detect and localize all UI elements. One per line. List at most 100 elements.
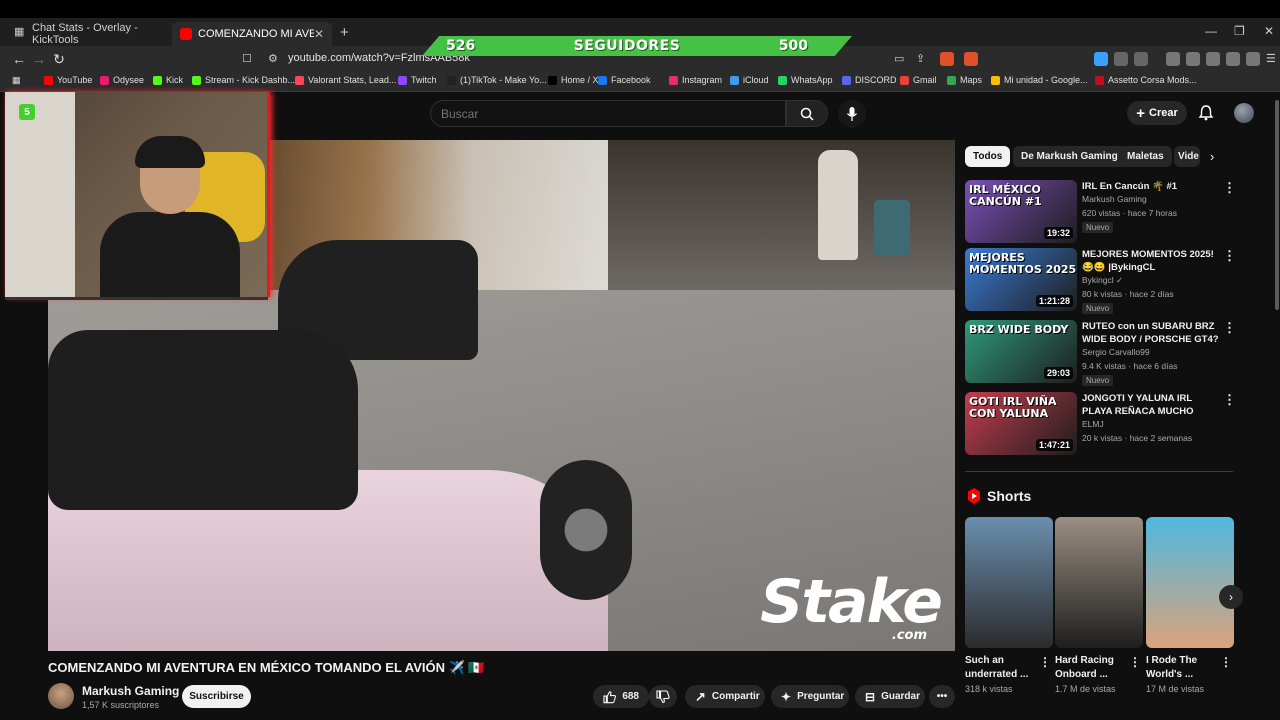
search-input[interactable]: [431, 101, 785, 127]
recommended-video[interactable]: GOTI IRL VIÑA CON YALUNA 1:47:21 JONGOTI Y…: [965, 392, 1240, 456]
recommended-video-channel[interactable]: Sergio Carvallo99: [1082, 347, 1150, 357]
channel-avatar[interactable]: [48, 683, 74, 709]
chip-videos[interactable]: Vide: [1174, 146, 1200, 167]
sidebar-icon[interactable]: [1134, 52, 1148, 66]
video-thumbnail[interactable]: BRZ WIDE BODY 29:03: [965, 320, 1077, 383]
recommended-video[interactable]: IRL MÉXICO CANCÚN #1 19:32 IRL En Cancún 🌴…: [965, 180, 1240, 244]
notifications-bell-icon[interactable]: [1197, 104, 1215, 122]
short-title[interactable]: Such an underrated ...: [965, 654, 1037, 682]
more-vertical-icon[interactable]: ⋮: [1129, 655, 1141, 669]
new-tab-icon[interactable]: +: [340, 24, 349, 41]
bookmark-favicon-icon: [598, 75, 607, 85]
recommended-video-title[interactable]: RUTEO con un SUBARU BRZ WIDE BODY / PORS…: [1082, 320, 1222, 347]
page-scrollbar[interactable]: [1275, 100, 1279, 310]
short-item[interactable]: Such an underrated ... 318 k vistas ⋮: [965, 517, 1053, 694]
recommended-video-channel[interactable]: ELMJ: [1082, 419, 1104, 429]
bookmark-item[interactable]: Maps: [947, 75, 982, 85]
short-thumbnail[interactable]: [965, 517, 1053, 648]
create-button[interactable]: + Crear: [1127, 101, 1187, 125]
split-view-icon[interactable]: [1186, 52, 1200, 66]
chip-todos[interactable]: Todos: [965, 146, 1011, 167]
recommended-video[interactable]: BRZ WIDE BODY 29:03 RUTEO con un SUBARU BR…: [965, 320, 1240, 386]
bookmark-icon[interactable]: ☐: [242, 52, 252, 65]
recommended-video[interactable]: MEJORES MOMENTOS 2025 1:21:28 MEJORES MOME…: [965, 248, 1240, 314]
rewards-icon[interactable]: [964, 52, 978, 66]
more-vertical-icon[interactable]: ⋮: [1223, 180, 1236, 196]
dislike-button[interactable]: [649, 685, 677, 708]
chips-next-chevron-icon[interactable]: ›: [1210, 149, 1214, 164]
vpn-icon[interactable]: [1246, 52, 1260, 66]
save-button[interactable]: ⊟ Guardar: [855, 685, 925, 708]
recommended-video-channel[interactable]: Markush Gaming: [1082, 194, 1147, 204]
search-button[interactable]: [786, 100, 828, 127]
bookmark-item[interactable]: (1)TikTok - Make Yo...: [447, 75, 547, 85]
tab-chat-stats[interactable]: Chat Stats - Overlay - KickTools: [24, 22, 184, 46]
more-vertical-icon[interactable]: ⋮: [1223, 392, 1236, 408]
bookmark-label: Stream - Kick Dashb...: [205, 75, 296, 85]
bookmark-item[interactable]: Stream - Kick Dashb...: [192, 75, 295, 85]
short-title[interactable]: I Rode The World's ...: [1146, 654, 1218, 682]
puzzle-icon[interactable]: [1114, 52, 1128, 66]
bookmark-item[interactable]: Twitch: [398, 75, 437, 85]
like-button[interactable]: 688: [593, 685, 649, 708]
more-vertical-icon[interactable]: ⋮: [1220, 655, 1232, 669]
tab-youtube-video[interactable]: COMENZANDO MI AVENTURA EN MÉXICO ✕: [172, 22, 332, 46]
video-thumbnail[interactable]: MEJORES MOMENTOS 2025 1:21:28: [965, 248, 1077, 311]
maximize-icon[interactable]: ❐: [1234, 24, 1245, 38]
bookmark-item[interactable]: Valorant Stats, Lead...: [295, 75, 396, 85]
channel-name[interactable]: Markush Gaming: [82, 684, 179, 698]
bookmark-item[interactable]: Gmail: [900, 75, 937, 85]
chip-de-markush-gaming[interactable]: De Markush Gaming: [1013, 146, 1126, 167]
bookmark-item[interactable]: WhatsApp: [778, 75, 833, 85]
video-thumbnail[interactable]: IRL MÉXICO CANCÚN #1 19:32: [965, 180, 1077, 243]
shorts-next-button[interactable]: ›: [1219, 585, 1243, 609]
short-item[interactable]: Hard Racing Onboard ... 1.7 M de vistas ⋮: [1055, 517, 1143, 694]
leo-ai-icon[interactable]: [1226, 52, 1240, 66]
more-actions-button[interactable]: •••: [929, 685, 955, 708]
forward-icon[interactable]: →: [30, 50, 48, 68]
bookmark-item[interactable]: Kick: [153, 75, 183, 85]
bookmark-item[interactable]: DISCORD: [842, 75, 897, 85]
media-icon[interactable]: [1166, 52, 1180, 66]
menu-icon[interactable]: ☰: [1266, 52, 1276, 65]
bookmark-item[interactable]: Assetto Corsa Mods...: [1095, 75, 1197, 85]
close-tab-icon[interactable]: ✕: [314, 27, 324, 41]
share-button[interactable]: ↗ Compartir: [685, 685, 765, 708]
bookmark-item[interactable]: iCloud: [730, 75, 769, 85]
site-info-icon[interactable]: ⚙: [268, 52, 278, 65]
recommended-video-title[interactable]: MEJORES MOMENTOS 2025! 😂😄 |BykingCL: [1082, 248, 1222, 274]
short-thumbnail[interactable]: [1055, 517, 1143, 648]
bookmark-item[interactable]: Instagram: [669, 75, 722, 85]
recommended-video-title[interactable]: JONGOTI Y YALUNA IRL PLAYA REÑACA MUCHO …: [1082, 392, 1222, 419]
bookmark-item[interactable]: Odysee: [100, 75, 144, 85]
brave-shield-icon[interactable]: [940, 52, 954, 66]
recommended-video-title[interactable]: IRL En Cancún 🌴 #1: [1082, 180, 1222, 193]
back-icon[interactable]: ←: [10, 50, 28, 68]
ask-button[interactable]: ✦ Preguntar: [771, 685, 849, 708]
short-thumbnail[interactable]: [1146, 517, 1234, 648]
cast-icon[interactable]: ▭: [894, 52, 904, 65]
bookmark-item[interactable]: Mi unidad - Google...: [991, 75, 1088, 85]
chip-maletas[interactable]: Maletas: [1119, 146, 1172, 167]
wallet-icon[interactable]: [1206, 52, 1220, 66]
reload-icon[interactable]: ↻: [50, 50, 68, 68]
close-window-icon[interactable]: ✕: [1264, 24, 1274, 38]
video-thumbnail[interactable]: GOTI IRL VIÑA CON YALUNA 1:47:21: [965, 392, 1077, 455]
apps-grid-icon[interactable]: ▦: [12, 75, 21, 86]
more-vertical-icon[interactable]: ⋮: [1223, 320, 1236, 336]
more-vertical-icon[interactable]: ⋮: [1039, 655, 1051, 669]
minimize-icon[interactable]: —: [1205, 24, 1217, 38]
share-icon[interactable]: ⇪: [916, 52, 925, 65]
voice-search-button[interactable]: [838, 100, 866, 128]
account-avatar[interactable]: [1234, 103, 1254, 123]
short-title[interactable]: Hard Racing Onboard ...: [1055, 654, 1127, 682]
recommended-video-channel[interactable]: Bykingcl ✓: [1082, 275, 1123, 286]
more-vertical-icon[interactable]: ⋮: [1223, 248, 1236, 264]
extension-icon[interactable]: [1094, 52, 1108, 66]
short-item[interactable]: I Rode The World's ... 17 M de vistas ⋮: [1146, 517, 1234, 694]
bookmark-item[interactable]: Facebook: [598, 75, 651, 85]
bookmark-item[interactable]: YouTube: [44, 75, 92, 85]
bookmark-item[interactable]: Home / X: [548, 75, 599, 85]
tab-grid-icon[interactable]: ▦: [14, 25, 24, 38]
subscribe-button[interactable]: Suscribirse: [182, 685, 251, 708]
